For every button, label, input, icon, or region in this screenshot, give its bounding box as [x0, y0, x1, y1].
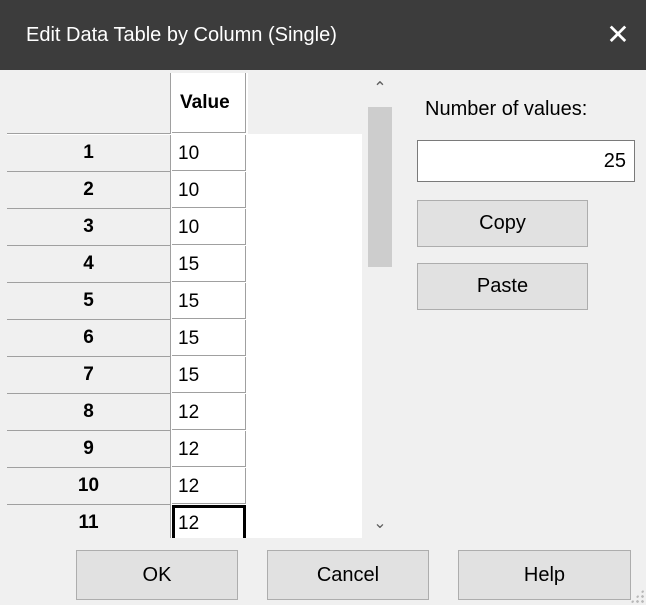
help-button[interactable]: Help	[458, 550, 631, 600]
row-header[interactable]: 6	[7, 320, 171, 357]
table-header: Value	[7, 73, 369, 134]
copy-button[interactable]: Copy	[417, 200, 588, 247]
header-filler	[248, 73, 369, 134]
chevron-down-icon: ⌄	[373, 515, 387, 532]
row-header[interactable]: 9	[7, 431, 171, 468]
row-header[interactable]: 2	[7, 172, 171, 209]
paste-button[interactable]: Paste	[417, 263, 588, 310]
value-cell[interactable]: 12	[172, 394, 246, 430]
table-row: 3 10	[7, 209, 369, 246]
table-row: 2 10	[7, 172, 369, 209]
value-cell[interactable]: 10	[172, 209, 246, 245]
value-cell[interactable]: 10	[172, 172, 246, 208]
row-header[interactable]: 5	[7, 283, 171, 320]
column-header-value[interactable]: Value	[172, 73, 246, 133]
table-row: 1 10	[7, 135, 369, 172]
value-cell[interactable]: 15	[172, 246, 246, 282]
title-bar: Edit Data Table by Column (Single) ✕	[0, 0, 646, 70]
row-header[interactable]: 11	[7, 505, 171, 538]
scrollbar-thumb[interactable]	[368, 107, 392, 267]
table-rows: 1 10 2 10 3 10 4 15 5 15 6 15 7 15 8 12	[7, 135, 369, 538]
data-table: Value 1 10 2 10 3 10 4 15 5 15 6 15 7 15	[7, 73, 369, 538]
value-cell[interactable]: 15	[172, 320, 246, 356]
vertical-scrollbar[interactable]: ⌃ ⌄	[362, 73, 398, 538]
number-of-values-label: Number of values:	[425, 98, 588, 120]
row-header[interactable]: 4	[7, 246, 171, 283]
value-cell[interactable]: 12	[172, 431, 246, 467]
value-cell[interactable]: 15	[172, 357, 246, 393]
window-title: Edit Data Table by Column (Single)	[26, 24, 337, 46]
row-header[interactable]: 1	[7, 135, 171, 172]
value-cell[interactable]: 15	[172, 283, 246, 319]
scroll-down-button[interactable]: ⌄	[362, 508, 398, 538]
table-corner[interactable]	[7, 73, 171, 134]
value-cell[interactable]: 12	[172, 468, 246, 504]
close-icon: ✕	[606, 19, 630, 50]
resize-grip-icon[interactable]	[630, 589, 644, 603]
table-row: 5 15	[7, 283, 369, 320]
ok-button[interactable]: OK	[76, 550, 238, 600]
table-row: 10 12	[7, 468, 369, 505]
number-of-values-input[interactable]: 25	[417, 140, 635, 182]
scroll-up-button[interactable]: ⌃	[362, 73, 398, 103]
table-row: 8 12	[7, 394, 369, 431]
table-row: 6 15	[7, 320, 369, 357]
row-header[interactable]: 10	[7, 468, 171, 505]
chevron-up-icon: ⌃	[373, 80, 387, 97]
table-row: 7 15	[7, 357, 369, 394]
table-row: 11 12	[7, 505, 369, 538]
close-button[interactable]: ✕	[590, 0, 646, 70]
table-row: 9 12	[7, 431, 369, 468]
row-header[interactable]: 3	[7, 209, 171, 246]
value-cell[interactable]: 10	[172, 135, 246, 171]
value-cell-focused[interactable]: 12	[172, 505, 246, 538]
row-header[interactable]: 8	[7, 394, 171, 431]
row-header[interactable]: 7	[7, 357, 171, 394]
cancel-button[interactable]: Cancel	[267, 550, 429, 600]
table-row: 4 15	[7, 246, 369, 283]
